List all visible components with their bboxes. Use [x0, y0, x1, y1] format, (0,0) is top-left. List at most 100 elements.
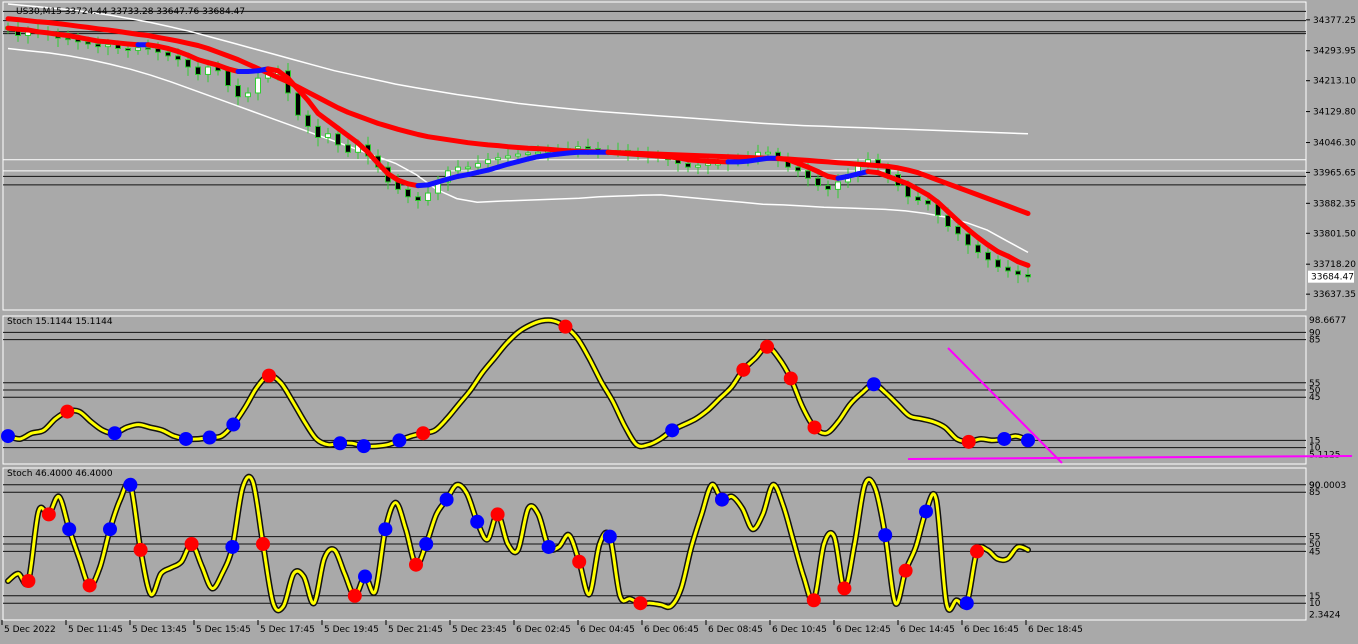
stoch-2-signal-dot-blue: [542, 540, 556, 554]
bear-candle: [686, 163, 691, 167]
bull-candle: [106, 45, 111, 47]
trendline-horizontal[interactable]: [908, 456, 1352, 459]
bear-candle: [996, 260, 1001, 267]
bull-candle: [456, 167, 461, 171]
stoch-2-signal-dot-red: [899, 564, 913, 578]
stoch-2-axis-label: 85: [1309, 488, 1320, 498]
stoch-2-signal-dot-red: [134, 543, 148, 557]
time-tick-label: 5 Dec 13:45: [132, 625, 187, 635]
bull-candle: [516, 154, 521, 156]
time-tick-label: 5 Dec 15:45: [196, 625, 251, 635]
bear-candle: [186, 60, 191, 67]
stoch-1-axis-label: 98.6677: [1309, 316, 1346, 326]
bull-candle: [326, 134, 331, 138]
bear-candle: [316, 126, 321, 137]
bear-candle: [126, 48, 131, 50]
bear-candle: [236, 86, 241, 97]
bull-candle: [836, 182, 841, 189]
bull-candle: [476, 163, 481, 167]
price-tick-label: 34129.80: [1313, 108, 1356, 118]
stoch-2-signal-dot-blue: [715, 493, 729, 507]
bear-candle: [406, 189, 411, 196]
chart-canvas[interactable]: 34377.2534293.9534213.1034129.8034046.30…: [0, 0, 1358, 640]
stoch-2-signal-dot-blue: [358, 570, 372, 584]
bear-candle: [346, 145, 351, 152]
bear-candle: [306, 115, 311, 126]
bear-candle: [86, 42, 91, 44]
stoch-1-signal-dot-blue: [867, 377, 881, 391]
stoch-2-signal-dot-red: [42, 507, 56, 521]
bear-candle: [1016, 271, 1021, 275]
price-tick-label: 34046.30: [1313, 139, 1356, 149]
bull-candle: [466, 167, 471, 169]
price-tick-label: 33718.20: [1313, 260, 1356, 270]
bear-candle: [176, 56, 181, 60]
stoch-2-signal-dot-red: [83, 578, 97, 592]
stoch-panel-1: Stoch 15.1144 15.114498.6677908555504515…: [1, 316, 1352, 464]
time-tick-label: 5 Dec 21:45: [388, 625, 443, 635]
bull-candle: [426, 193, 431, 200]
bear-candle: [976, 245, 981, 252]
price-tick-label: 34293.95: [1313, 47, 1356, 57]
bear-candle: [336, 134, 341, 145]
stoch-1-axis-label: 45: [1309, 393, 1320, 403]
bear-candle: [196, 67, 201, 74]
stoch-1-signal-dot-blue: [226, 418, 240, 432]
bull-candle: [576, 147, 581, 149]
bear-candle: [986, 252, 991, 259]
symbol-header: US30,M15 33724.44 33733.28 33647.76 3368…: [16, 7, 245, 17]
stoch-1-signal-dot-blue: [179, 432, 193, 446]
last-price-label: 33684.47: [1311, 273, 1354, 283]
time-tick-label: 6 Dec 04:45: [580, 625, 635, 635]
stoch-2-signal-dot-blue: [919, 504, 933, 518]
stoch-2-signal-dot-blue: [470, 515, 484, 529]
stoch-2-axis-label: 45: [1309, 547, 1320, 557]
price-tick-label: 33637.35: [1313, 290, 1356, 300]
stoch-2-signal-dot-blue: [103, 522, 117, 536]
stoch-2-signal-dot-red: [807, 593, 821, 607]
stoch-2-signal-dot-red: [970, 544, 984, 558]
stoch-1-signal-dot-blue: [357, 439, 371, 453]
stoch-1-signal-dot-blue: [1021, 433, 1035, 447]
time-tick-label: 6 Dec 18:45: [1028, 625, 1083, 635]
stoch-2-signal-dot-red: [409, 558, 423, 572]
mt4-chart[interactable]: 34377.2534293.9534213.1034129.8034046.30…: [0, 0, 1358, 640]
stoch-panel-2: Stoch 46.4000 46.400090.0003908555504515…: [3, 468, 1346, 621]
bear-candle: [146, 48, 151, 50]
bear-candle: [296, 93, 301, 115]
stoch-1-signal-dot-red: [558, 320, 572, 334]
stoch-1-signal-dot-blue: [392, 433, 406, 447]
bear-candle: [586, 147, 591, 149]
stoch-2-axis-label: 10: [1309, 599, 1321, 609]
bull-candle: [506, 156, 511, 158]
stoch-1-signal-dot-blue: [108, 426, 122, 440]
stoch-1-signal-dot-blue: [333, 436, 347, 450]
time-tick-label: 5 Dec 11:45: [68, 625, 123, 635]
bear-candle: [416, 197, 421, 201]
time-tick-label: 6 Dec 12:45: [836, 625, 891, 635]
stoch-2-signal-dot-blue: [960, 596, 974, 610]
stoch-2-signal-dot-red: [491, 507, 505, 521]
bear-candle: [826, 186, 831, 190]
stoch-1-signal-dot-red: [808, 420, 822, 434]
bull-candle: [136, 48, 141, 51]
bear-candle: [806, 171, 811, 178]
stoch-1-signal-dot-blue: [665, 423, 679, 437]
stoch-2-signal-dot-red: [572, 555, 586, 569]
bear-candle: [226, 71, 231, 86]
stoch-2-signal-dot-blue: [62, 522, 76, 536]
bull-candle: [536, 152, 541, 154]
time-tick-label: 6 Dec 06:45: [644, 625, 699, 635]
stoch-1-signal-dot-red: [760, 340, 774, 354]
bear-candle: [946, 215, 951, 226]
stoch-1-signal-dot-red: [416, 426, 430, 440]
stoch-2-label: Stoch 46.4000 46.4000: [7, 469, 113, 479]
stoch-2-signal-dot-blue: [225, 540, 239, 554]
bear-candle: [1006, 267, 1011, 271]
stoch-2-signal-dot-blue: [603, 530, 617, 544]
stoch-1-signal-dot-red: [262, 369, 276, 383]
time-tick-label: 6 Dec 16:45: [964, 625, 1019, 635]
stoch-1-axis-label: 85: [1309, 336, 1320, 346]
bull-candle: [766, 152, 771, 154]
bear-candle: [966, 234, 971, 245]
